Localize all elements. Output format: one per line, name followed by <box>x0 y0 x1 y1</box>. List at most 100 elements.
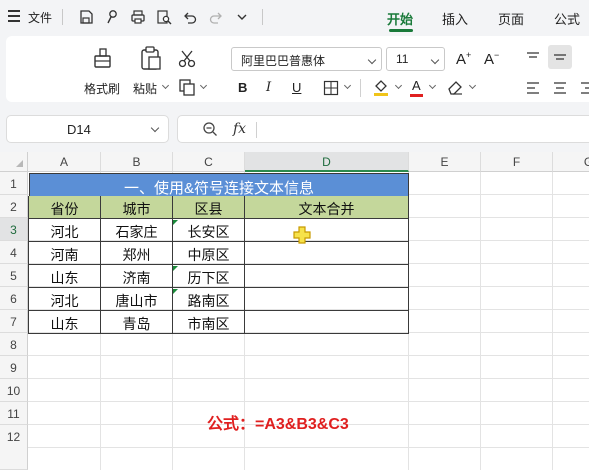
row-header-3[interactable]: 3 <box>0 218 28 241</box>
data-cell[interactable]: 河北 <box>28 219 101 242</box>
data-cell[interactable]: 山东 <box>28 311 101 334</box>
column-header-d[interactable]: D <box>245 152 409 172</box>
italic-button[interactable]: I <box>266 80 271 95</box>
data-cell[interactable]: 中原区 <box>173 242 245 265</box>
data-cell[interactable]: 青岛 <box>101 311 173 334</box>
fill-color-icon[interactable] <box>372 77 390 97</box>
cell-error-indicator[interactable] <box>173 266 178 271</box>
cell-error-indicator[interactable] <box>173 289 178 294</box>
align-center-icon[interactable] <box>552 80 568 96</box>
grow-font-button[interactable]: A+ <box>456 50 471 68</box>
eraser-icon[interactable] <box>446 78 464 96</box>
ribbon-panel: 格式刷 粘贴 阿里巴巴普惠体 11 A+ A− B I U A <box>6 36 589 102</box>
data-cell-merged[interactable] <box>245 219 409 242</box>
chevron-down-icon[interactable] <box>343 81 352 90</box>
name-box-value: D14 <box>67 122 91 137</box>
chevron-down-icon[interactable] <box>161 81 170 90</box>
brush-icon[interactable] <box>104 8 120 26</box>
data-cell[interactable]: 河南 <box>28 242 101 265</box>
align-middle-button[interactable] <box>548 45 572 69</box>
underline-button[interactable]: U <box>292 80 301 95</box>
data-cell[interactable]: 济南 <box>101 265 173 288</box>
font-name-select[interactable]: 阿里巴巴普惠体 <box>231 47 382 71</box>
column-header-g[interactable]: G <box>553 152 589 172</box>
data-cell[interactable]: 唐山市 <box>101 288 173 311</box>
copy-icon[interactable] <box>178 78 196 96</box>
data-cell[interactable]: 长安区 <box>173 219 245 242</box>
border-icon[interactable] <box>323 80 339 96</box>
data-cell-merged[interactable] <box>245 265 409 288</box>
row-header-12[interactable]: 12 <box>0 425 28 470</box>
print-preview-icon[interactable] <box>156 8 172 26</box>
data-cell[interactable]: 石家庄 <box>101 219 173 242</box>
row-header-10[interactable]: 10 <box>0 379 28 402</box>
zoom-icon[interactable] <box>202 121 218 137</box>
chevron-down-icon[interactable] <box>468 81 477 90</box>
row-header-6[interactable]: 6 <box>0 287 28 310</box>
data-cell[interactable]: 历下区 <box>173 265 245 288</box>
align-left-icon[interactable] <box>525 80 541 96</box>
row-header-7[interactable]: 7 <box>0 310 28 333</box>
shrink-font-label: A <box>484 51 495 68</box>
select-all-corner[interactable] <box>0 152 28 172</box>
tab-insert[interactable]: 插入 <box>442 9 468 28</box>
font-color-button[interactable]: A <box>412 78 421 93</box>
print-icon[interactable] <box>130 8 146 26</box>
row-header-5[interactable]: 5 <box>0 264 28 287</box>
cell-error-indicator[interactable] <box>173 220 178 225</box>
row-header-1[interactable]: 1 <box>0 172 28 195</box>
font-color-swatch <box>410 94 423 97</box>
bold-button[interactable]: B <box>238 80 247 95</box>
align-right-icon[interactable] <box>579 80 589 96</box>
font-size-select[interactable]: 11 <box>386 47 445 71</box>
paste-button[interactable]: 粘贴 <box>133 80 157 97</box>
header-cell-district[interactable]: 区县 <box>173 196 245 219</box>
data-cell[interactable]: 河北 <box>28 288 101 311</box>
spreadsheet-grid[interactable]: A B C D E F G 1 2 3 4 5 6 7 8 9 10 11 12… <box>0 152 589 470</box>
column-header-a[interactable]: A <box>28 152 101 172</box>
row-header-8[interactable]: 8 <box>0 333 28 356</box>
data-cell[interactable]: 郑州 <box>101 242 173 265</box>
chevron-down-icon[interactable] <box>428 81 437 90</box>
formula-input[interactable]: fx <box>177 115 589 143</box>
tab-formula[interactable]: 公式 <box>554 9 580 28</box>
data-cell-merged[interactable] <box>245 242 409 265</box>
undo-icon[interactable] <box>182 8 198 26</box>
title-cell[interactable]: 一、使用&符号连接文本信息 <box>29 173 409 197</box>
redo-icon[interactable] <box>208 8 224 26</box>
row-header-4[interactable]: 4 <box>0 241 28 264</box>
row-header-11[interactable]: 11 <box>0 402 28 425</box>
column-header-e[interactable]: E <box>409 152 481 172</box>
format-painter-icon[interactable] <box>92 46 114 70</box>
data-cell-merged[interactable] <box>245 311 409 334</box>
data-cell-merged[interactable] <box>245 288 409 311</box>
save-icon[interactable] <box>78 8 94 26</box>
active-tab-indicator <box>389 29 413 32</box>
menu-icon[interactable] <box>8 10 20 22</box>
format-painter-button[interactable]: 格式刷 <box>84 80 120 97</box>
align-top-icon[interactable] <box>525 49 541 65</box>
tab-page[interactable]: 页面 <box>498 9 524 28</box>
chevron-down-icon[interactable] <box>394 81 403 90</box>
tab-home[interactable]: 开始 <box>387 9 413 28</box>
paste-icon[interactable] <box>140 45 162 71</box>
cut-icon[interactable] <box>178 50 196 68</box>
data-cell[interactable]: 山东 <box>28 265 101 288</box>
shrink-font-button[interactable]: A− <box>484 50 499 68</box>
fx-icon[interactable]: fx <box>233 121 246 137</box>
header-cell-city[interactable]: 城市 <box>101 196 173 219</box>
header-cell-merged-text[interactable]: 文本合并 <box>245 196 409 219</box>
divider <box>256 122 257 138</box>
chevron-down-icon[interactable] <box>199 81 208 90</box>
column-header-f[interactable]: F <box>481 152 553 172</box>
name-box[interactable]: D14 <box>6 115 169 143</box>
header-cell-province[interactable]: 省份 <box>28 196 101 219</box>
row-header-2[interactable]: 2 <box>0 195 28 218</box>
chevron-down-icon[interactable] <box>234 8 250 26</box>
data-cell[interactable]: 路南区 <box>173 288 245 311</box>
file-menu[interactable]: 文件 <box>28 9 52 26</box>
column-header-c[interactable]: C <box>173 152 245 172</box>
data-cell[interactable]: 市南区 <box>173 311 245 334</box>
row-header-9[interactable]: 9 <box>0 356 28 379</box>
column-header-b[interactable]: B <box>101 152 173 172</box>
